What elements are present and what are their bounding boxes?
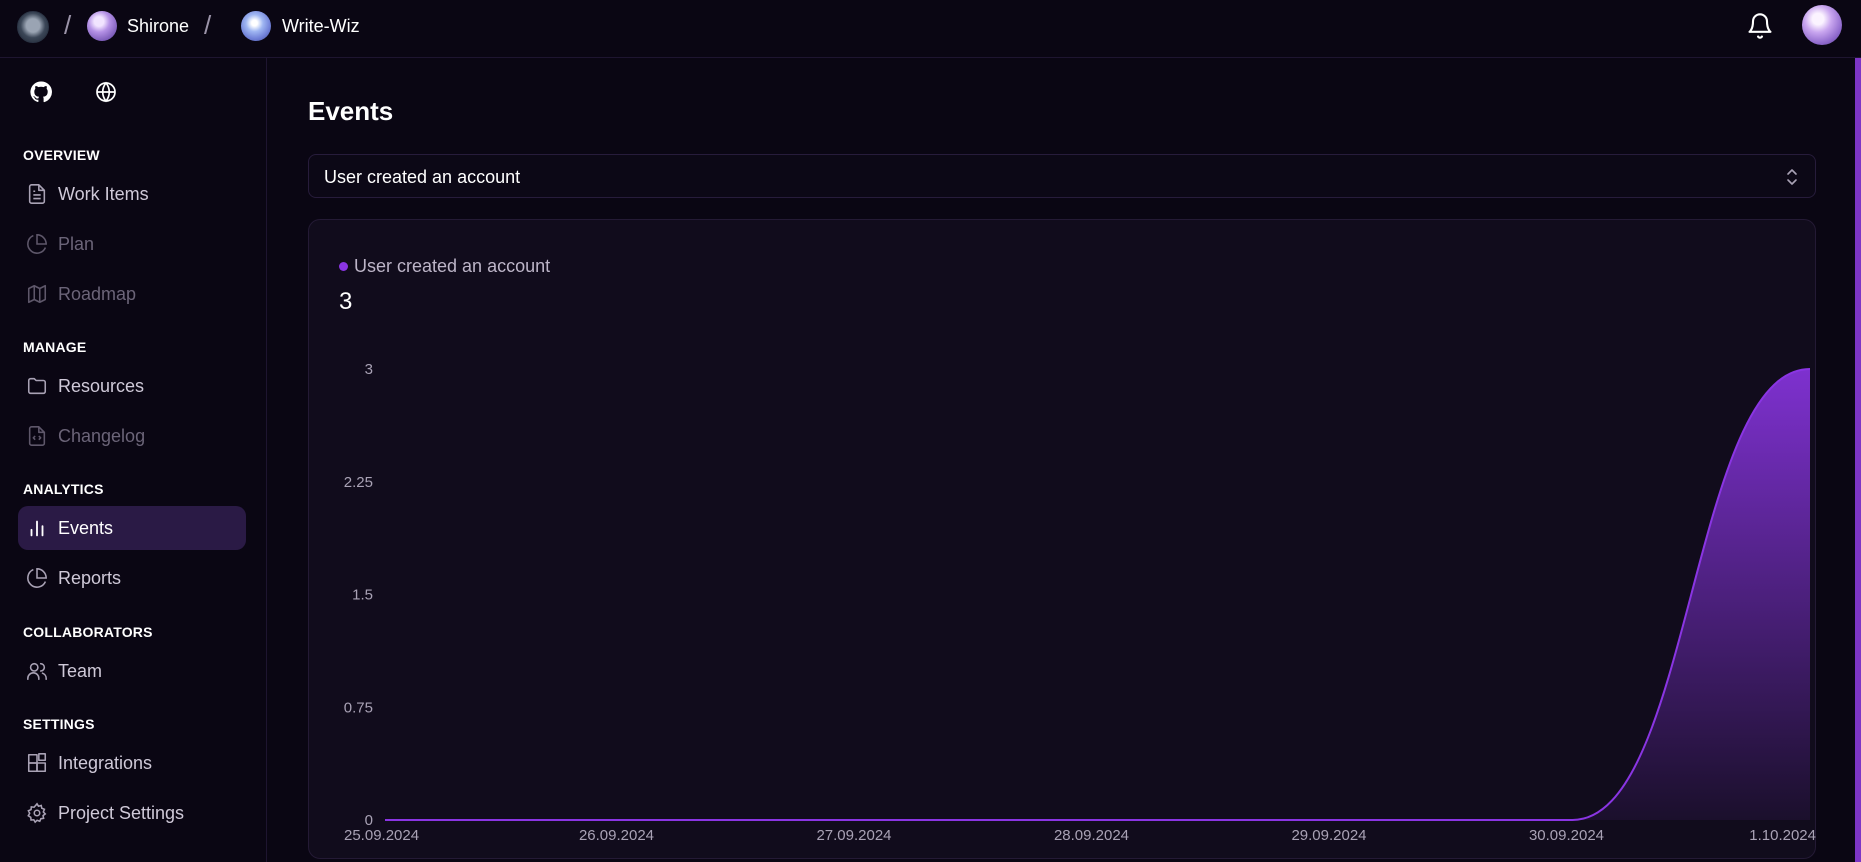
series-area xyxy=(385,369,1810,820)
y-tick-label: 3 xyxy=(365,361,373,378)
x-tick-label: 1.10.2024 xyxy=(1749,827,1816,844)
x-tick-label: 27.09.2024 xyxy=(816,827,891,844)
x-tick-label: 30.09.2024 xyxy=(1529,827,1604,844)
x-tick-label: 25.09.2024 xyxy=(344,827,419,844)
y-tick-label: 1.5 xyxy=(352,587,373,604)
scrollbar[interactable] xyxy=(1855,58,1861,862)
events-chart: 00.751.52.25325.09.2024 26.09.2024 27.09.2… xyxy=(344,361,1816,844)
y-tick-label: 0.75 xyxy=(344,699,373,716)
series-line xyxy=(385,368,1811,821)
x-tick-label: 28.09.2024 xyxy=(1054,827,1129,844)
y-tick-label: 2.25 xyxy=(344,474,373,491)
x-tick-label: 29.09.2024 xyxy=(1291,827,1366,844)
x-tick-label: 26.09.2024 xyxy=(579,827,654,844)
